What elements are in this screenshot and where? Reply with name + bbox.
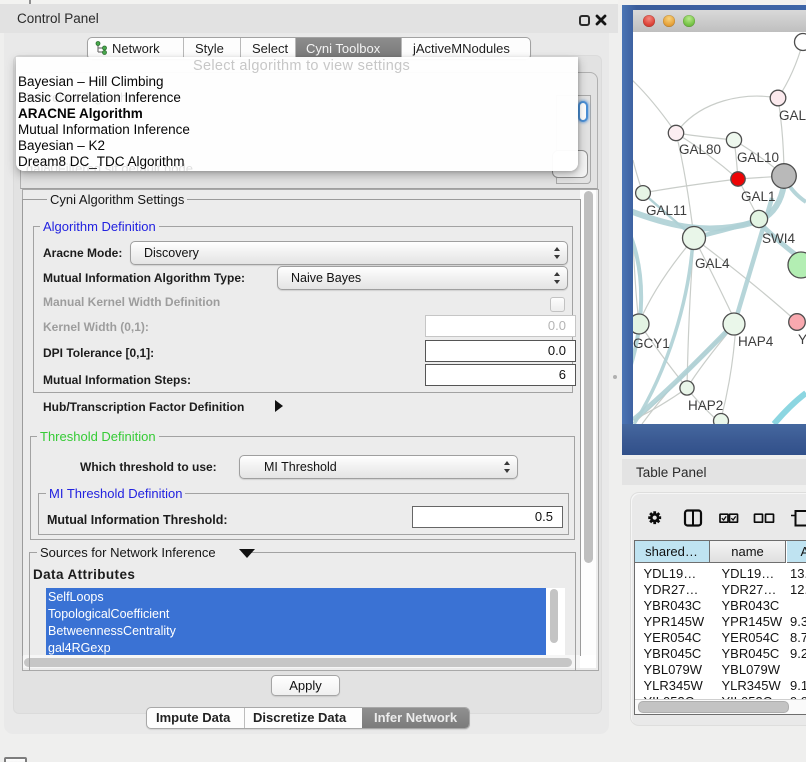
- svg-text:SWI4: SWI4: [762, 231, 795, 246]
- svg-text:GCY1: GCY1: [633, 336, 670, 351]
- svg-text:HAP4: HAP4: [738, 334, 774, 349]
- svg-text:GAL10: GAL10: [737, 150, 779, 165]
- svg-text:GAL4: GAL4: [695, 256, 730, 271]
- svg-text:HAP2: HAP2: [688, 398, 723, 413]
- svg-text:GAL1: GAL1: [741, 189, 776, 204]
- svg-text:YJ: YJ: [798, 332, 806, 347]
- svg-text:GAL11: GAL11: [646, 203, 687, 218]
- svg-text:GAL7: GAL7: [779, 108, 806, 123]
- svg-text:GAL80: GAL80: [679, 142, 721, 157]
